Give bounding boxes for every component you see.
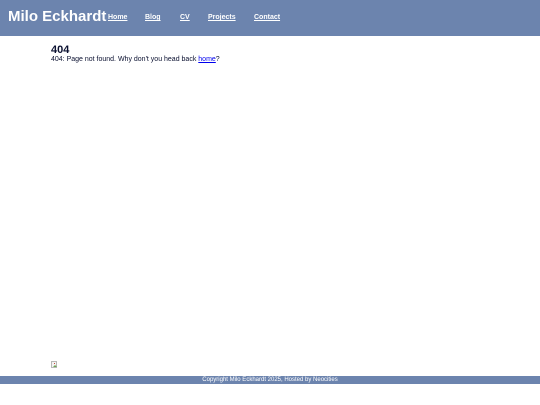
- site-footer: Copyright Milo Eckhardt 2025, Hosted by …: [0, 376, 540, 384]
- nav-link-contact[interactable]: Contact: [254, 13, 280, 22]
- home-link[interactable]: home: [198, 56, 216, 63]
- error-message-text: 404: Page not found. Why don't you head …: [51, 56, 199, 63]
- error-message: 404: Page not found. Why don't you head …: [51, 55, 220, 64]
- site-title: Milo Eckhardt: [8, 8, 107, 25]
- site-header: Milo Eckhardt Home Blog CV Projects Cont…: [0, 0, 540, 36]
- broken-image-mountain: [53, 365, 57, 367]
- nav-link-cv[interactable]: CV: [180, 13, 190, 22]
- broken-image-icon: [51, 361, 57, 368]
- error-message-suffix: ?: [215, 56, 220, 63]
- broken-image-sun: [54, 363, 55, 364]
- nav-link-blog[interactable]: Blog: [145, 13, 161, 22]
- nav-link-projects[interactable]: Projects: [208, 13, 236, 22]
- nav-link-home[interactable]: Home: [108, 13, 127, 22]
- page: Milo Eckhardt Home Blog CV Projects Cont…: [0, 0, 540, 405]
